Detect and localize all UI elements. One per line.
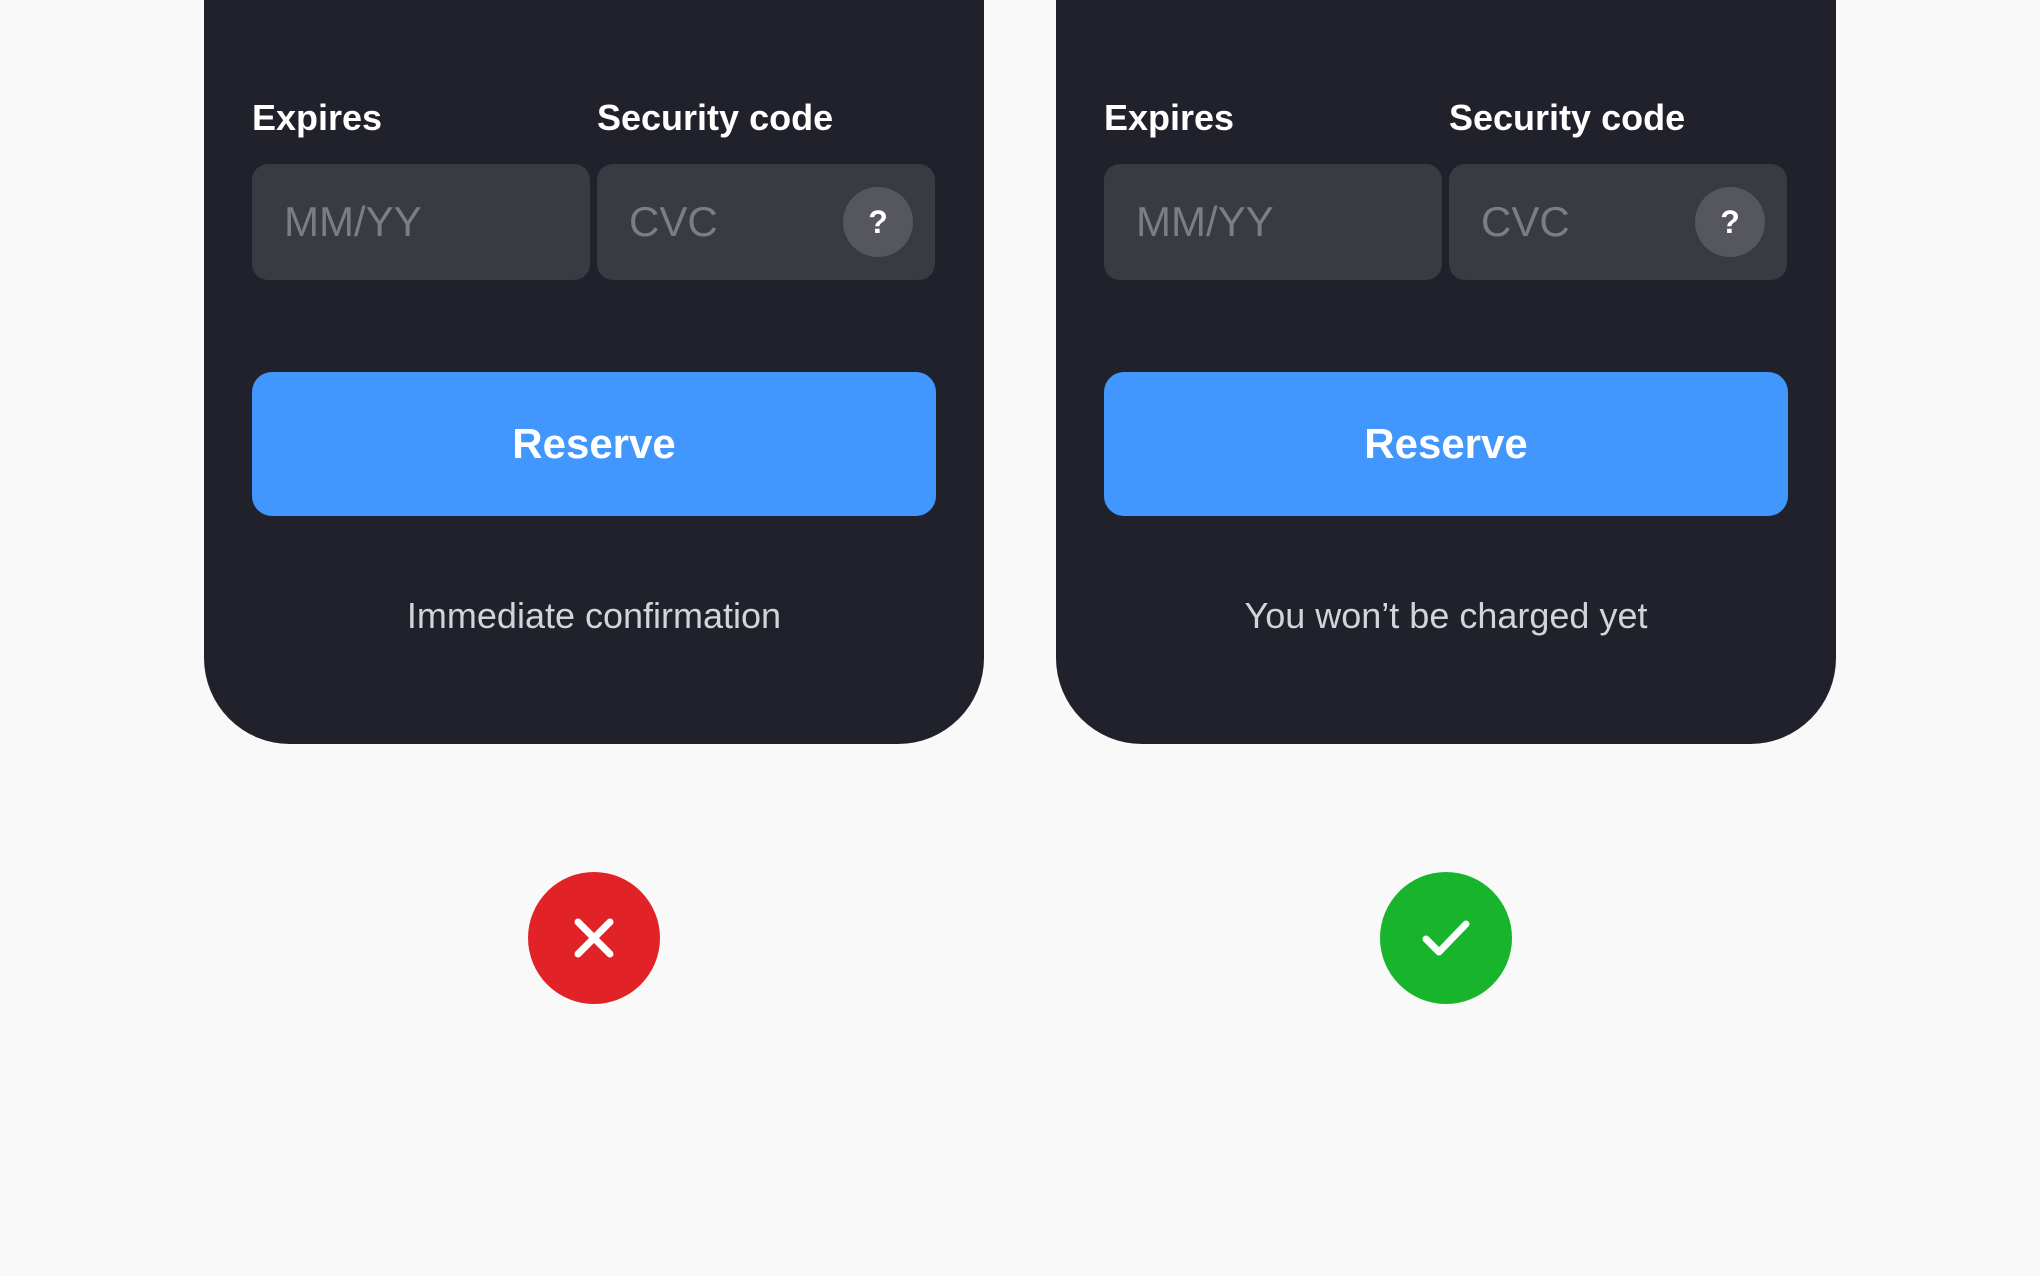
help-icon[interactable]: ? — [1695, 187, 1765, 257]
security-code-label: Security code — [1449, 97, 1686, 138]
reserve-button-label: Reserve — [1364, 420, 1528, 467]
expiry-input[interactable]: MM/YY — [1104, 164, 1442, 280]
incorrect-example-badge — [528, 872, 660, 1004]
charge-note: You won’t be charged yet — [1244, 595, 1648, 636]
help-icon[interactable]: ? — [843, 187, 913, 257]
payment-panel-good-example: Expires Security code MM/YY CVC ? Reserv… — [1056, 0, 1836, 744]
cvc-placeholder: CVC — [1481, 198, 1570, 245]
confirmation-note: Immediate confirmation — [406, 595, 782, 636]
expiry-placeholder: MM/YY — [284, 198, 422, 245]
help-symbol: ? — [868, 203, 888, 240]
cvc-input[interactable]: CVC ? — [597, 164, 935, 280]
expires-label: Expires — [252, 97, 383, 138]
cvc-input[interactable]: CVC ? — [1449, 164, 1787, 280]
help-symbol: ? — [1720, 203, 1740, 240]
expires-label: Expires — [1104, 97, 1235, 138]
expiry-input[interactable]: MM/YY — [252, 164, 590, 280]
checkmark-icon — [1422, 920, 1470, 956]
reserve-button[interactable]: Reserve — [252, 372, 936, 516]
payment-panel-bad-example: Expires Security code MM/YY CVC ? Reserv… — [204, 0, 984, 744]
expiry-placeholder: MM/YY — [1136, 198, 1274, 245]
cvc-placeholder: CVC — [629, 198, 718, 245]
reserve-button-label: Reserve — [512, 420, 676, 467]
reserve-button[interactable]: Reserve — [1104, 372, 1788, 516]
correct-example-badge — [1380, 872, 1512, 1004]
security-code-label: Security code — [597, 97, 834, 138]
close-icon — [574, 918, 614, 958]
